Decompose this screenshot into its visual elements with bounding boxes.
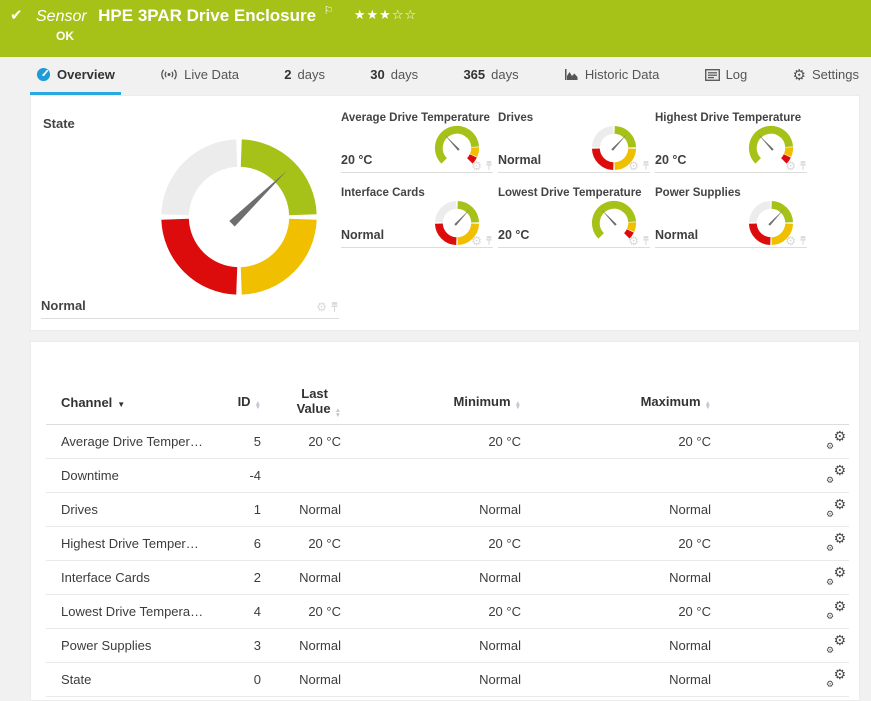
priority-stars[interactable]: ★★★☆☆ bbox=[354, 7, 417, 22]
broadcast-icon bbox=[160, 68, 178, 81]
gauge-settings-icon[interactable]: ⚙ bbox=[628, 161, 639, 171]
pin-icon[interactable] bbox=[799, 160, 807, 171]
tab-bar: Overview Live Data 2 days 30 days 365 da… bbox=[0, 57, 871, 95]
object-kind-label: Sensor bbox=[36, 8, 87, 25]
gauge-needle bbox=[443, 133, 459, 150]
edit-channel-icon[interactable]: ⚙⚙ bbox=[825, 634, 847, 654]
gauge-settings-icon[interactable]: ⚙ bbox=[785, 161, 796, 171]
mini-gauges-grid: Average Drive Temperature 20 °C ⚙ Drives bbox=[341, 110, 807, 248]
sort-icon: ▲▼ bbox=[705, 402, 711, 411]
table-row[interactable]: Highest Drive Temper… 6 20 °C 20 °C 20 °… bbox=[46, 527, 849, 561]
pin-icon[interactable] bbox=[799, 235, 807, 246]
edit-channel-icon[interactable]: ⚙⚙ bbox=[825, 600, 847, 620]
state-gauge bbox=[158, 136, 320, 298]
tab-365-days[interactable]: 365 days bbox=[457, 57, 524, 95]
gauge-settings-icon[interactable]: ⚙ bbox=[471, 161, 482, 171]
pin-icon[interactable] bbox=[642, 235, 650, 246]
gauge-settings-icon[interactable]: ⚙ bbox=[471, 236, 482, 246]
channel-name[interactable]: Lowest Drive Tempera… bbox=[46, 604, 206, 619]
edit-channel-icon[interactable]: ⚙⚙ bbox=[825, 464, 847, 484]
log-icon bbox=[705, 69, 720, 81]
channel-name[interactable]: Power Supplies bbox=[46, 638, 206, 653]
tab-live-data[interactable]: Live Data bbox=[154, 57, 245, 95]
sort-desc-icon: ▼ bbox=[117, 400, 125, 409]
table-row[interactable]: Drives 1 Normal Normal Normal ⚙⚙ bbox=[46, 493, 849, 527]
channel-name[interactable]: Highest Drive Temper… bbox=[46, 536, 206, 551]
sensor-status-badge: OK bbox=[56, 29, 74, 43]
channels-panel: Channel▼ ID▲▼ Last Value▲▼ Minimum▲▼ Max… bbox=[30, 341, 860, 701]
gauges-panel: State Normal ⚙ Average Drive Temperature bbox=[30, 95, 860, 331]
gauge-needle bbox=[600, 208, 616, 225]
mini-gauge-interface-cards: Interface Cards Normal ⚙ bbox=[341, 185, 493, 248]
gauge-needle bbox=[229, 168, 289, 226]
tab-historic-data[interactable]: Historic Data bbox=[558, 57, 665, 95]
gauge-needle bbox=[757, 133, 773, 150]
mini-gauge-average-drive-temperature: Average Drive Temperature 20 °C ⚙ bbox=[341, 110, 493, 173]
priority-flag-icon[interactable]: ⚐ bbox=[324, 5, 334, 17]
sensor-title: HPE 3PAR Drive Enclosure bbox=[98, 6, 316, 25]
gauge-needle bbox=[611, 133, 627, 150]
gauge-settings-icon[interactable]: ⚙ bbox=[785, 236, 796, 246]
table-row[interactable]: Lowest Drive Tempera… 4 20 °C 20 °C 20 °… bbox=[46, 595, 849, 629]
edit-channel-icon[interactable]: ⚙⚙ bbox=[825, 566, 847, 586]
channel-table-header: Channel▼ ID▲▼ Last Value▲▼ Minimum▲▼ Max… bbox=[46, 380, 849, 425]
pin-icon[interactable] bbox=[485, 160, 493, 171]
table-row[interactable]: Power Supplies 3 Normal Normal Normal ⚙⚙ bbox=[46, 629, 849, 663]
mini-gauge-drives: Drives Normal ⚙ bbox=[498, 110, 650, 173]
table-row[interactable]: State 0 Normal Normal Normal ⚙⚙ bbox=[46, 663, 849, 697]
tab-30-days[interactable]: 30 days bbox=[364, 57, 424, 95]
table-row[interactable]: Downtime -4 ⚙⚙ bbox=[46, 459, 849, 493]
area-chart-icon bbox=[564, 68, 579, 81]
column-header-minimum[interactable]: Minimum▲▼ bbox=[341, 394, 521, 411]
state-gauge-title: State bbox=[43, 116, 75, 131]
tab-2-days[interactable]: 2 days bbox=[278, 57, 331, 95]
column-header-last-value[interactable]: Last Value▲▼ bbox=[261, 386, 341, 418]
tab-settings[interactable]: ⚙ Settings bbox=[787, 57, 865, 95]
gauge-icon bbox=[36, 67, 51, 82]
gauge-needle bbox=[454, 208, 470, 225]
edit-channel-icon[interactable]: ⚙⚙ bbox=[825, 498, 847, 518]
gauge-settings-icon[interactable]: ⚙ bbox=[316, 302, 327, 312]
pin-icon[interactable] bbox=[642, 160, 650, 171]
mini-gauge-lowest-drive-temperature: Lowest Drive Temperature 20 °C ⚙ bbox=[498, 185, 650, 248]
column-header-channel[interactable]: Channel▼ bbox=[46, 395, 206, 410]
tab-overview[interactable]: Overview bbox=[30, 57, 121, 95]
sensor-banner: ✔ Sensor HPE 3PAR Drive Enclosure ⚐ ★★★☆… bbox=[0, 0, 871, 57]
mini-gauge-highest-drive-temperature: Highest Drive Temperature 20 °C ⚙ bbox=[655, 110, 807, 173]
ok-check-icon: ✔ bbox=[10, 6, 23, 24]
channel-table: Channel▼ ID▲▼ Last Value▲▼ Minimum▲▼ Max… bbox=[46, 380, 849, 697]
pin-icon[interactable] bbox=[485, 235, 493, 246]
column-header-id[interactable]: ID▲▼ bbox=[206, 394, 261, 411]
channel-name[interactable]: Downtime bbox=[46, 468, 206, 483]
edit-channel-icon[interactable]: ⚙⚙ bbox=[825, 430, 847, 450]
pin-icon[interactable] bbox=[330, 301, 339, 313]
tab-log[interactable]: Log bbox=[699, 57, 754, 95]
channel-name[interactable]: Interface Cards bbox=[46, 570, 206, 585]
column-header-maximum[interactable]: Maximum▲▼ bbox=[521, 394, 711, 411]
channel-name[interactable]: Average Drive Temper… bbox=[46, 434, 206, 449]
channel-name[interactable]: State bbox=[46, 672, 206, 687]
mini-gauge-power-supplies: Power Supplies Normal ⚙ bbox=[655, 185, 807, 248]
channel-name[interactable]: Drives bbox=[46, 502, 206, 517]
gauge-needle bbox=[768, 208, 784, 225]
gear-icon: ⚙ bbox=[793, 66, 806, 84]
edit-channel-icon[interactable]: ⚙⚙ bbox=[825, 532, 847, 552]
table-row[interactable]: Average Drive Temper… 5 20 °C 20 °C 20 °… bbox=[46, 425, 849, 459]
table-row[interactable]: Interface Cards 2 Normal Normal Normal ⚙… bbox=[46, 561, 849, 595]
gauge-settings-icon[interactable]: ⚙ bbox=[628, 236, 639, 246]
state-gauge-value: Normal bbox=[41, 298, 86, 313]
edit-channel-icon[interactable]: ⚙⚙ bbox=[825, 668, 847, 688]
